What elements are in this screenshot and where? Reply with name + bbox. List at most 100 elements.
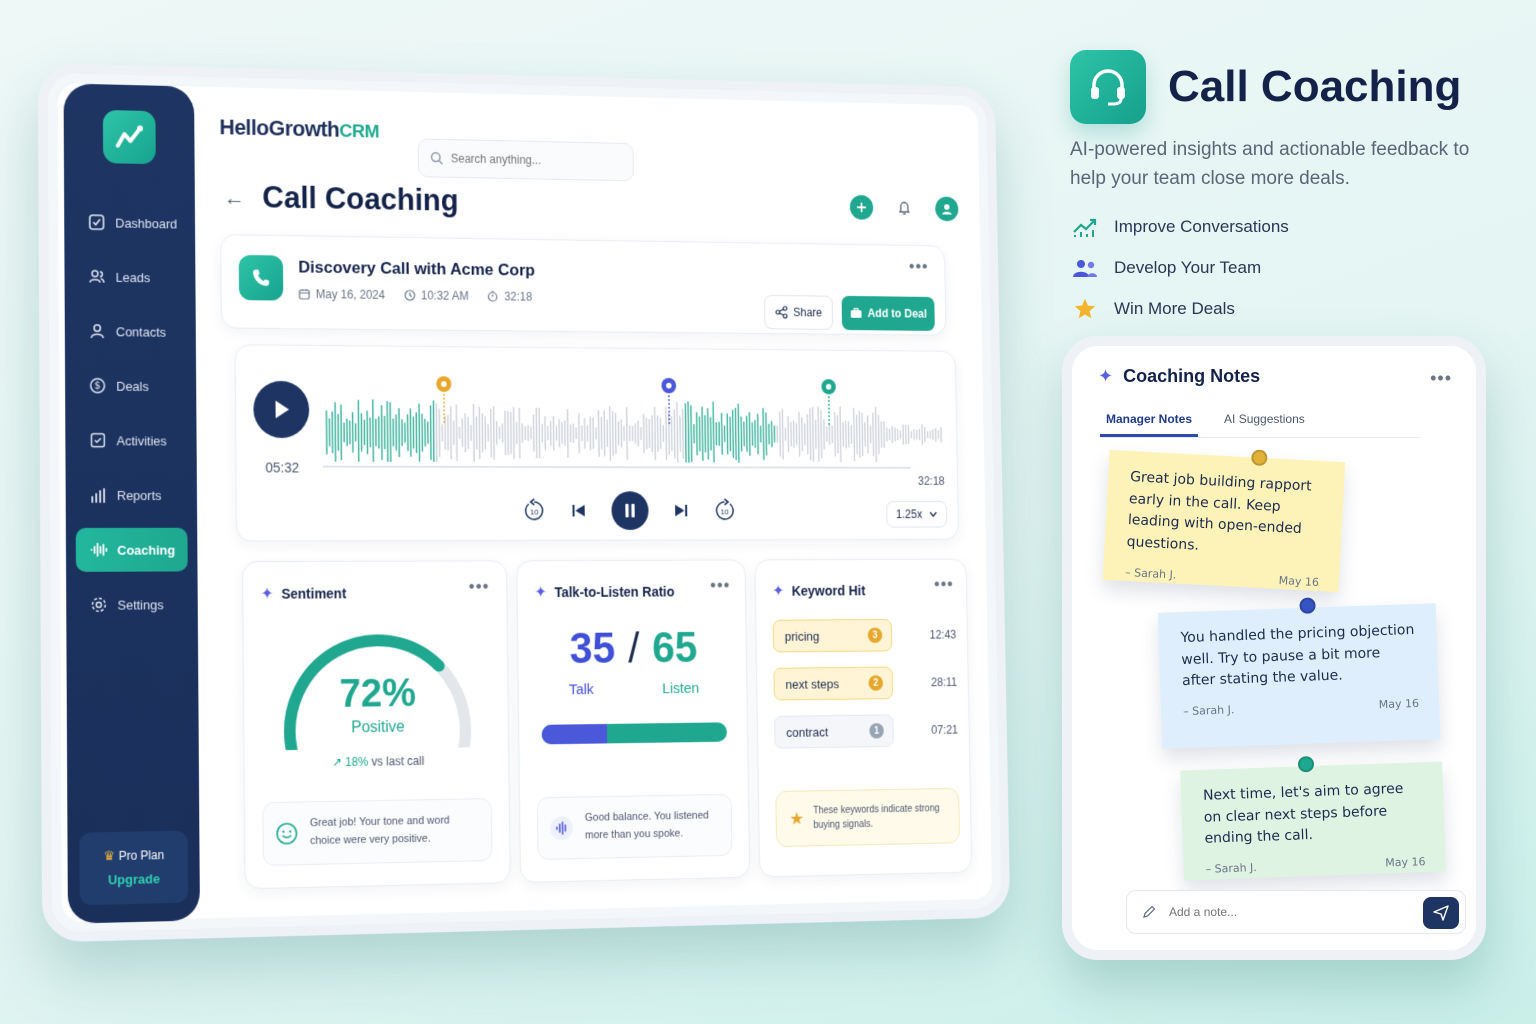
sticky-note[interactable]: Great job building rapport early in the …: [1102, 449, 1346, 593]
playback-speed-select[interactable]: 1.25x: [886, 500, 948, 528]
add-note-field[interactable]: [1126, 890, 1466, 934]
avatar[interactable]: [935, 196, 959, 222]
waveform-bar: [766, 413, 767, 456]
waveform-bar: [536, 408, 537, 458]
waveform-bar: [758, 414, 759, 455]
waveform-bar: [802, 417, 803, 451]
tab-manager-notes[interactable]: Manager Notes: [1100, 404, 1199, 437]
talk-title: Talk-to-Listen Ratio: [554, 583, 675, 600]
add-to-deal-button[interactable]: Add to Deal: [841, 295, 935, 331]
brand-main: HelloGrowth: [219, 114, 340, 142]
waveform-bar: [436, 403, 437, 462]
sidebar-item-label: Leads: [115, 269, 151, 285]
waveform-bar: [519, 408, 520, 458]
add-button[interactable]: [849, 194, 874, 220]
keyword-pill[interactable]: next steps 2: [773, 666, 894, 701]
clock-icon: [404, 289, 415, 301]
call-time: 10:32 AM: [420, 288, 469, 303]
keyword-row: contract 1 07:21: [774, 713, 958, 749]
keyword-hit-card: ✦ Keyword Hit ••• pricing 3 12:43 next ste…: [754, 558, 973, 878]
sentiment-card: ✦ Sentiment ••• 72% Positive ↗ 18% vs las…: [242, 560, 511, 890]
sidebar-item-coaching[interactable]: Coaching: [75, 527, 188, 572]
current-time: 05:32: [265, 459, 300, 476]
waveform-bar: [699, 416, 700, 451]
checkbox-icon: [88, 213, 106, 231]
app-logo[interactable]: [102, 109, 156, 165]
keyword-word: contract: [786, 724, 829, 740]
more-options-icon[interactable]: •••: [469, 577, 490, 598]
search-input[interactable]: [450, 151, 619, 169]
add-to-deal-label: Add to Deal: [867, 306, 927, 321]
sparkle-icon: ✦: [772, 583, 785, 600]
keyword-time[interactable]: 07:21: [931, 723, 958, 737]
feature-label: Improve Conversations: [1114, 216, 1289, 236]
waveform-bar: [655, 407, 656, 460]
forward-10-button[interactable]: 10: [713, 498, 737, 523]
more-options-icon[interactable]: •••: [710, 576, 730, 596]
waveform-bar: [788, 416, 789, 452]
note-date: May 16: [1378, 696, 1420, 712]
sidebar-item-contacts[interactable]: Contacts: [75, 309, 187, 354]
sticky-note[interactable]: Next time, let's aim to agree on clear n…: [1180, 755, 1446, 881]
play-button[interactable]: [253, 380, 310, 439]
waveform-bar: [691, 405, 692, 462]
waveform-bar: [738, 404, 739, 463]
keyword-pill[interactable]: contract 1: [774, 714, 894, 749]
talk-hint: Good balance. You listened more than you…: [536, 793, 733, 860]
rewind-10-button[interactable]: 10: [522, 498, 547, 523]
waveform-bar: [702, 407, 703, 461]
timer-icon: [487, 290, 498, 302]
plan-label: Pro Plan: [118, 848, 165, 864]
keyword-time[interactable]: 28:11: [931, 675, 957, 689]
sparkle-icon: ✦: [534, 584, 548, 602]
search-bar[interactable]: [417, 138, 634, 182]
share-button[interactable]: Share: [764, 294, 834, 330]
keyword-pill[interactable]: pricing 3: [772, 618, 893, 653]
waveform-bar: [862, 413, 863, 457]
hero-subtitle: AI-powered insights and actionable feedb…: [1070, 139, 1470, 189]
sidebar-item-reports[interactable]: Reports: [75, 473, 187, 517]
waveform-bar: [451, 406, 452, 459]
sticky-note[interactable]: You handled the pricing objection well. …: [1157, 597, 1441, 749]
scrubber-track[interactable]: [323, 465, 911, 469]
more-options-icon[interactable]: •••: [909, 257, 929, 277]
pause-button[interactable]: [611, 491, 649, 530]
headset-icon: [1070, 50, 1146, 124]
waveform-bar: [579, 413, 580, 454]
waveform-bar: [741, 416, 742, 451]
waveform-bar: [799, 412, 800, 457]
waveform-bar: [341, 405, 342, 460]
sidebar-item-leads[interactable]: Leads: [74, 255, 186, 300]
previous-button[interactable]: [571, 502, 588, 519]
waveform-bar: [387, 401, 388, 463]
sentiment-label: Positive: [351, 718, 405, 737]
svg-text:$: $: [94, 381, 100, 392]
more-options-icon[interactable]: •••: [934, 575, 954, 595]
keyword-time[interactable]: 12:43: [929, 628, 956, 642]
notifications-button[interactable]: [893, 196, 917, 221]
waveform-bar: [713, 402, 714, 464]
sidebar-item-activities[interactable]: Activities: [75, 418, 187, 462]
waveform-bar: [867, 415, 868, 453]
waveform-bar: [627, 407, 628, 459]
sidebar-item-deals[interactable]: $ Deals: [75, 364, 187, 408]
back-arrow-icon[interactable]: ←: [224, 185, 245, 211]
audio-player: 05:32 32:18 10 10 1.25x: [234, 344, 959, 542]
sidebar-item-settings[interactable]: Settings: [76, 582, 188, 627]
send-note-button[interactable]: [1423, 897, 1459, 929]
note-text: Next time, let's aim to agree on clear n…: [1202, 780, 1404, 848]
sidebar-item-dashboard[interactable]: Dashboard: [74, 200, 186, 245]
add-note-input[interactable]: [1169, 905, 1399, 919]
speed-value: 1.25x: [895, 507, 923, 521]
share-icon: [775, 305, 788, 318]
waveform-bar: [381, 405, 382, 460]
trend-text: vs last call: [371, 753, 425, 769]
waveform[interactable]: [322, 373, 958, 463]
search-icon: [430, 151, 443, 165]
more-options-icon[interactable]: •••: [1430, 368, 1452, 389]
waveform-bar: [358, 400, 359, 463]
upgrade-link[interactable]: Upgrade: [80, 871, 188, 888]
waveform-bar: [730, 417, 731, 452]
next-button[interactable]: [672, 502, 689, 519]
tab-ai-suggestions[interactable]: AI Suggestions: [1218, 404, 1311, 437]
